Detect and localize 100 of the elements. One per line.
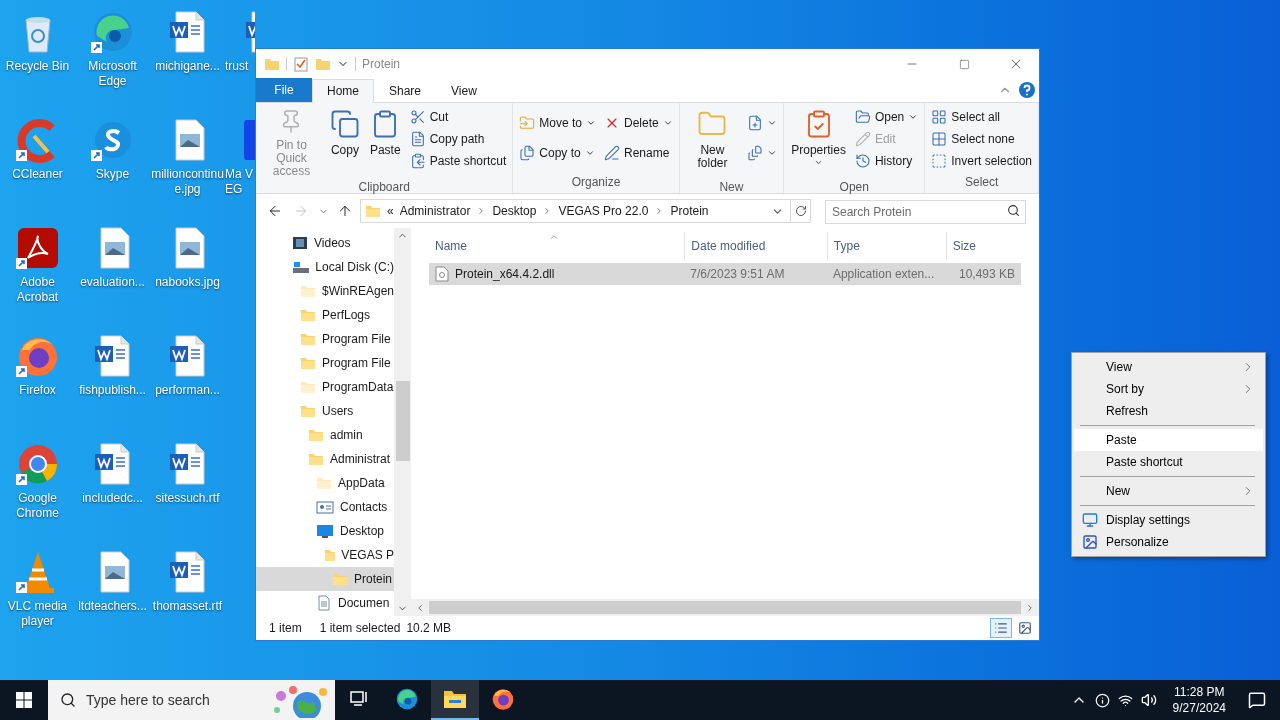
checkmark-icon[interactable] [293,56,309,72]
column-header[interactable]: Name [429,232,685,260]
nav-label: Local Disk (C:) [315,259,394,276]
scrollbar[interactable] [394,228,411,616]
ribbon-button[interactable]: Paste shortcut [406,150,510,172]
ribbon-icon [747,115,764,131]
nav-item[interactable]: Users [256,399,394,423]
nav-label: Users [322,403,354,420]
nav-item[interactable]: Local Disk (C:) [256,255,394,279]
menu-item[interactable]: Personalize [1074,531,1263,553]
ribbon-button[interactable]: Cut [406,106,510,128]
menu-item[interactable]: New [1074,480,1263,502]
nav-item[interactable]: Program File [256,327,394,351]
column-header[interactable]: Date modified [684,232,827,260]
icon-label: Skype [94,167,131,182]
menu-item[interactable]: View [1074,356,1263,378]
view-button[interactable] [990,618,1012,638]
folder-icon [300,283,316,299]
ribbon-tab[interactable]: Home [312,79,374,103]
address-bar[interactable]: « Administrator Desktop VEGAS Pro 22.0 Protein [360,199,811,223]
nav-item[interactable]: Desktop [256,519,394,543]
ribbon-button[interactable]: Rename [601,142,676,164]
folder-icon [308,427,324,443]
scroll-right-icon[interactable] [1025,602,1035,613]
menu-item[interactable]: Display settings [1074,509,1263,531]
firefox-icon [490,686,516,712]
nav-label: $WinREAgen [321,283,394,300]
nav-label: admin [330,427,363,444]
icon-label: ltdteachers... [77,599,148,614]
ribbon-button[interactable]: Select none [928,128,1035,150]
ribbon-icon [329,109,360,139]
ribbon-button[interactable]: New folder [682,106,743,178]
breadcrumb[interactable]: Protein [670,202,709,220]
caret-icon [586,118,597,128]
icon-label: Adobe Acrobat [15,275,60,305]
ribbon-button[interactable]: Delete [601,112,676,134]
nav-item[interactable]: Protein [256,567,394,591]
ribbon-group-label: Organize [570,174,622,191]
menu-item[interactable]: Paste shortcut [1074,451,1263,473]
ribbon-button[interactable]: Paste [365,106,405,178]
ribbon-tab[interactable]: Share [374,79,437,103]
column-header[interactable]: Size [945,232,1021,260]
volume-icon[interactable] [1140,692,1157,708]
ribbon-button[interactable]: Invert selection [928,150,1035,172]
nav-label: PerfLogs [322,307,371,324]
search-field[interactable]: Search Protein [825,200,1026,224]
scrollbar-thumb[interactable] [395,381,410,461]
overflow-crumb[interactable]: « [387,202,394,220]
clock[interactable]: 11:28 PM 9/27/2024 [1164,684,1234,716]
breadcrumb[interactable]: VEGAS Pro 22.0 [558,202,649,220]
network-icon[interactable] [1117,692,1133,708]
ribbon-button[interactable]: Copy to [516,142,600,164]
icon-label: performan... [154,383,221,398]
edge-icon [394,686,420,712]
help-icon[interactable] [1018,81,1036,99]
ribbon-icon [854,153,871,169]
icon-label: thomasset.rtf [151,599,224,614]
nav-item[interactable]: Administrat [256,447,394,471]
notifications-icon[interactable] [1248,691,1266,709]
nav-label: Program File [322,355,391,372]
folder-icon [300,379,316,395]
nav-item[interactable]: VEGAS P [256,543,394,567]
file-tab[interactable]: File [256,78,312,102]
nav-item[interactable]: Videos [256,231,394,255]
nav-item[interactable]: ProgramData [256,375,394,399]
menu-item[interactable]: Sort by [1074,378,1263,400]
ribbon-button[interactable]: History [851,150,922,172]
ribbon-tab[interactable]: View [436,79,492,103]
scroll-left-icon[interactable] [415,602,425,613]
breadcrumb[interactable]: Desktop [492,202,537,220]
nav-item[interactable]: AppData [256,471,394,495]
icon-label: Microsoft Edge [87,59,138,89]
ribbon-icon [854,109,871,125]
contacts-icon [316,499,334,515]
ribbon-button[interactable]: Open [851,106,922,128]
ribbon-button[interactable]: Copy path [406,128,510,150]
horizontal-scrollbar[interactable] [411,599,1039,616]
menu-item[interactable]: Paste [1074,429,1263,451]
menu-item[interactable]: Refresh [1074,400,1263,422]
ribbon-button[interactable]: Copy [325,106,364,178]
ribbon-button[interactable]: Move to [516,112,600,134]
nav-item[interactable]: Program File [256,351,394,375]
nav-item[interactable]: PerfLogs [256,303,394,327]
icon-label: fishpublish... [78,383,147,398]
ribbon-button[interactable]: Properties [787,106,850,178]
nav-item[interactable]: Contacts [256,495,394,519]
ribbon-icon [747,145,764,161]
column-header[interactable]: Type [826,232,946,260]
file-row[interactable]: Protein_x64.4.2.dll 7/6/2023 9:51 AM Application exten... 10,493 KB [429,263,1021,285]
nav-item[interactable]: Documen [256,591,394,615]
scrollbar-thumb[interactable] [429,601,1021,614]
icon-label: VLC media player [6,599,69,629]
folder-icon [308,451,324,467]
nav-item[interactable]: $WinREAgen [256,279,394,303]
nav-item[interactable]: admin [256,423,394,447]
ribbon-button[interactable]: Select all [928,106,1035,128]
breadcrumb[interactable]: Administrator [399,202,471,220]
taskbar-button[interactable] [431,680,479,720]
status-icon[interactable] [1094,692,1110,708]
taskbar-search-field[interactable]: Type here to search [48,680,335,720]
